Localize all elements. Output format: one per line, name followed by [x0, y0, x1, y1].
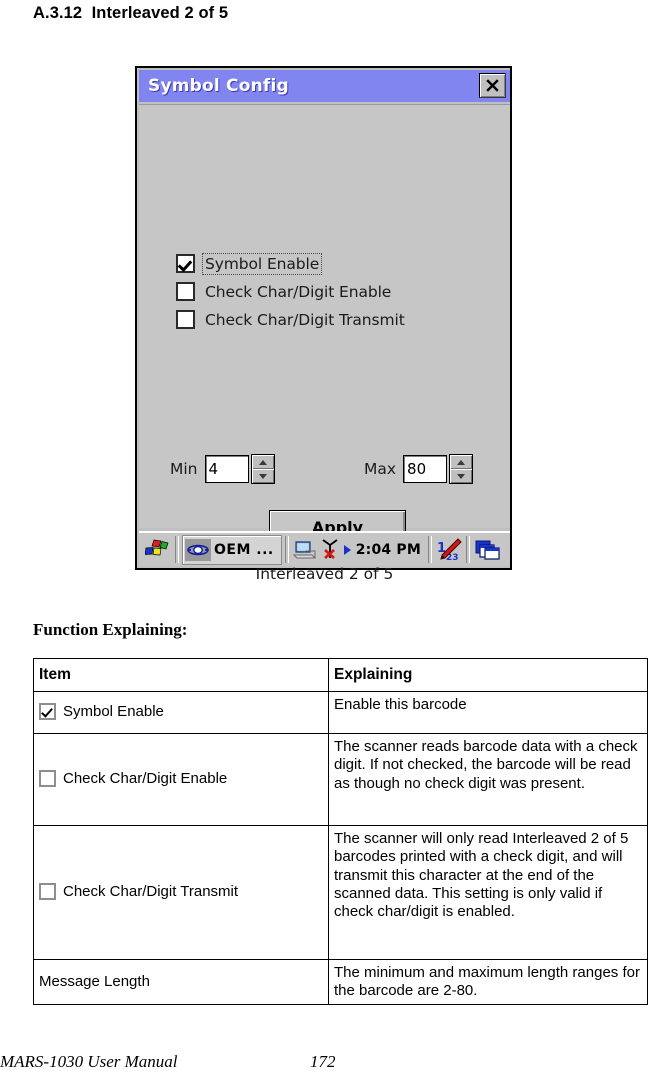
task-button-oem[interactable]: OEM ...	[182, 534, 282, 565]
table-row: Symbol Enable Enable this barcode	[33, 691, 648, 734]
max-length-field-group: Max 80	[364, 454, 474, 484]
checkbox-check-char-digit-transmit-icon[interactable]	[176, 310, 195, 329]
windows-ce-flag-icon[interactable]	[142, 536, 172, 564]
table-row: Check Char/Digit Transmit The scanner wi…	[33, 825, 648, 960]
table-cell-explaining: The scanner will only read Interleaved 2…	[328, 825, 648, 960]
table-cell-explaining: The minimum and maximum length ranges fo…	[328, 959, 648, 1005]
play-arrow-icon[interactable]	[342, 539, 354, 561]
max-label: Max	[364, 460, 397, 478]
antenna-disconnected-icon[interactable]	[318, 538, 342, 562]
symbology-options-group: Symbol Enable Check Char/Digit Enable Ch…	[176, 251, 407, 335]
page-title: A.3.12 Interleaved 2 of 5	[33, 4, 229, 22]
max-input[interactable]: 80	[403, 455, 448, 483]
min-stepper[interactable]	[250, 454, 275, 484]
checkbox-check-char-digit-transmit-label: Check Char/Digit Transmit	[205, 310, 405, 329]
function-explaining-title: Function Explaining:	[33, 620, 188, 639]
checkbox-check-char-digit-enable-label: Check Char/Digit Enable	[205, 282, 392, 301]
footer-page-number: 172	[310, 1052, 336, 1071]
table-header-explaining: Explaining	[328, 658, 648, 692]
min-stepper-up-icon[interactable]	[251, 455, 274, 469]
table-cell-item-label: Symbol Enable	[63, 703, 164, 721]
max-stepper-down-icon[interactable]	[450, 469, 473, 483]
table-header-item: Item	[33, 658, 329, 692]
table-cell-explaining: Enable this barcode	[328, 691, 648, 734]
page-footer: MARS-1030 User Manual 172	[0, 1052, 650, 1077]
ce-taskbar: OEM ... 2:04 PM 1 23	[139, 531, 510, 566]
show-desktop-icon[interactable]	[473, 537, 503, 563]
symbology-name-label: Interleaved 2 of 5	[255, 565, 394, 583]
table-cell-item: Symbol Enable	[33, 691, 329, 734]
max-stepper-up-icon[interactable]	[450, 455, 473, 469]
taskbar-divider-2	[284, 536, 289, 563]
table-cell-item-label: Check Char/Digit Transmit	[63, 883, 239, 901]
taskbar-divider-4	[466, 536, 471, 563]
table-row: Message Length The minimum and maximum l…	[33, 959, 648, 1005]
checkbox-row-check-char-digit-enable[interactable]: Check Char/Digit Enable	[176, 279, 407, 304]
footer-manual-name: MARS-1030 User Manual	[0, 1052, 178, 1071]
window-title: Symbol Config	[148, 76, 289, 96]
table-row: Check Char/Digit Enable The scanner read…	[33, 733, 648, 826]
window-client-area: Symbol Enable Check Char/Digit Enable Ch…	[139, 104, 510, 583]
task-button-oem-label: OEM ...	[214, 541, 274, 558]
checkbox-check-char-digit-enable-icon[interactable]	[176, 282, 195, 301]
close-icon[interactable]	[479, 73, 506, 98]
checkbox-check-char-digit-transmit-icon	[39, 883, 56, 901]
min-length-field-group: Min 4	[170, 454, 275, 484]
symbol-config-window: Symbol Config Symbol Enable Check Char/D…	[135, 66, 512, 583]
checkbox-row-check-char-digit-transmit[interactable]: Check Char/Digit Transmit	[176, 307, 407, 332]
network-pc-icon[interactable]	[292, 538, 318, 562]
max-stepper[interactable]	[449, 454, 474, 484]
table-header-row: Item Explaining	[33, 658, 648, 692]
min-stepper-down-icon[interactable]	[251, 469, 274, 483]
checkbox-check-char-digit-enable-icon	[39, 770, 56, 788]
checkbox-symbol-enable-icon[interactable]	[176, 254, 195, 273]
oem-lens-icon	[185, 538, 211, 561]
table-cell-item: Check Char/Digit Transmit	[33, 825, 329, 960]
checkbox-row-symbol-enable[interactable]: Symbol Enable	[176, 251, 407, 276]
min-input[interactable]: 4	[204, 455, 249, 483]
function-explaining-table: Item Explaining Symbol Enable Enable thi…	[33, 658, 648, 1005]
table-cell-item: Check Char/Digit Enable	[33, 733, 329, 826]
taskbar-divider-3	[428, 536, 433, 563]
checkbox-symbol-enable-icon	[39, 703, 56, 721]
window-titlebar: Symbol Config	[139, 70, 510, 102]
taskbar-clock[interactable]: 2:04 PM	[356, 542, 421, 558]
min-label: Min	[170, 460, 198, 478]
table-cell-explaining: The scanner reads barcode data with a ch…	[328, 733, 648, 826]
taskbar-divider-1	[175, 536, 179, 563]
checkbox-symbol-enable-label: Symbol Enable	[201, 252, 323, 275]
table-cell-item-label: Check Char/Digit Enable	[63, 770, 228, 788]
table-cell-item: Message Length	[33, 959, 329, 1005]
input-panel-pen-icon[interactable]: 1 23	[435, 537, 463, 563]
